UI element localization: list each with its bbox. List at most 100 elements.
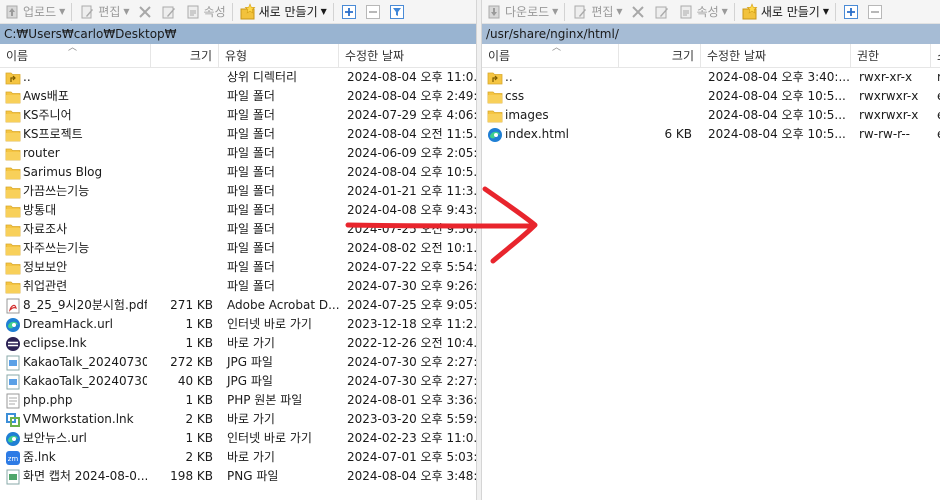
edit-icon: [571, 3, 589, 21]
download-button[interactable]: 다운로드 ▼: [482, 1, 561, 23]
file-row[interactable]: .. 2024-08-04 오후 3:40:... rwxr-xr-x r: [482, 68, 940, 87]
deselect-all-button[interactable]: [863, 1, 887, 23]
column-size[interactable]: 크기: [151, 44, 219, 68]
folder-icon: [4, 279, 21, 295]
file-row[interactable]: eclipse.lnk 1 KB 바로 가기 2022-12-26 오전 10:4..…: [0, 334, 476, 353]
edit-button[interactable]: 편집 ▼: [568, 1, 625, 23]
rename-button[interactable]: [157, 1, 181, 23]
rename-button[interactable]: [650, 1, 674, 23]
file-name: 줌.lnk: [23, 450, 56, 464]
file-row[interactable]: KS주니어 파일 폴더 2024-07-29 오후 4:06:: [0, 106, 476, 125]
file-modified-cell: 2024-08-04 오후 10:5...: [708, 89, 846, 103]
file-row[interactable]: .. 상위 디렉터리 2024-08-04 오후 11:0...: [0, 68, 476, 87]
download-dropdown-arrow[interactable]: ▼: [552, 7, 558, 16]
column-name[interactable]: 이름: [0, 44, 151, 68]
file-row[interactable]: 가끔쓰는기능 파일 폴더 2024-01-21 오후 11:3...: [0, 182, 476, 201]
local-path-bar[interactable]: C:₩Users₩carlo₩Desktop₩: [0, 24, 476, 44]
file-row[interactable]: css 2024-08-04 오후 10:5... rwxrwxr-x e: [482, 87, 940, 106]
edit-icon: [78, 3, 96, 21]
file-name: KakaoTalk_20240730...: [23, 355, 147, 369]
file-row[interactable]: 취업관련 파일 폴더 2024-07-30 오후 9:26:: [0, 277, 476, 296]
edit-dropdown-arrow[interactable]: ▼: [616, 7, 622, 16]
file-size-cell: 198 KB: [170, 469, 213, 483]
file-row[interactable]: images 2024-08-04 오후 10:5... rwxrwxr-x e: [482, 106, 940, 125]
file-modified-cell: 2024-08-04 오전 11:5...: [347, 127, 476, 141]
toolbar-separator: [231, 2, 233, 21]
column-permissions[interactable]: 권한: [851, 44, 931, 68]
properties-icon: [677, 3, 695, 21]
upload-button[interactable]: 업로드 ▼: [0, 1, 68, 23]
file-size-cell: [151, 87, 217, 106]
column-modified[interactable]: 수정한 날짜: [701, 44, 851, 68]
remote-path-bar[interactable]: /usr/share/nginx/html/: [482, 24, 940, 44]
shortcut-app-icon: zm: [4, 450, 21, 466]
select-all-button[interactable]: [839, 1, 863, 23]
column-owner[interactable]: 소: [931, 44, 940, 68]
vmware-icon: [4, 412, 21, 428]
column-name[interactable]: 이름: [482, 44, 619, 68]
folder-icon: [4, 260, 21, 276]
filter-button[interactable]: [385, 1, 409, 23]
file-name-cell: 가끔쓰는기능: [0, 182, 151, 201]
file-row[interactable]: VMworkstation.lnk 2 KB 바로 가기 2023-03-20 오후 …: [0, 410, 476, 429]
upload-dropdown-arrow[interactable]: ▼: [59, 7, 65, 16]
new-button[interactable]: 새로 만들기 ▼: [236, 1, 330, 23]
column-size[interactable]: 크기: [619, 44, 701, 68]
file-row[interactable]: 화면 캡처 2024-08-0... 198 KB PNG 파일 2024-08-04…: [0, 467, 476, 486]
deselect-all-button[interactable]: [361, 1, 385, 23]
new-dropdown-arrow[interactable]: ▼: [823, 7, 829, 16]
file-row[interactable]: KakaoTalk_20240730... 272 KB JPG 파일 2024-07…: [0, 353, 476, 372]
remote-toolbar: 다운로드 ▼ 편집 ▼ 속성 ▼ 새로 만들기 ▼: [482, 0, 940, 24]
file-row[interactable]: router 파일 폴더 2024-06-09 오후 2:05:: [0, 144, 476, 163]
file-row[interactable]: Sarimus Blog 파일 폴더 2024-08-04 오후 10:5...: [0, 163, 476, 182]
delete-button[interactable]: [133, 1, 157, 23]
file-size-cell: [151, 68, 217, 87]
new-star-icon: [741, 2, 759, 21]
upload-label: 업로드: [23, 5, 57, 19]
properties-dropdown-arrow[interactable]: ▼: [722, 7, 728, 16]
properties-button[interactable]: 속성: [181, 1, 229, 23]
folder-icon: [486, 108, 503, 124]
edit-button[interactable]: 편집 ▼: [75, 1, 132, 23]
file-row[interactable]: 보안뉴스.url 1 KB 인터넷 바로 가기 2024-02-23 오후 11:0.…: [0, 429, 476, 448]
new-button[interactable]: 새로 만들기 ▼: [738, 1, 832, 23]
edit-dropdown-arrow[interactable]: ▼: [123, 7, 129, 16]
properties-button[interactable]: 속성 ▼: [674, 1, 731, 23]
file-row[interactable]: 정보보안 파일 폴더 2024-07-22 오후 5:54:: [0, 258, 476, 277]
file-row[interactable]: 자주쓰는기능 파일 폴더 2024-08-02 오전 10:1...: [0, 239, 476, 258]
file-size-cell: [619, 87, 696, 106]
file-type-cell: JPG 파일: [227, 355, 273, 369]
delete-button[interactable]: [626, 1, 650, 23]
column-modified[interactable]: 수정한 날짜: [339, 44, 476, 68]
file-perms-cell: rwxrwxr-x: [859, 108, 919, 122]
file-row[interactable]: Aws배포 파일 폴더 2024-08-04 오후 2:49:: [0, 87, 476, 106]
file-size-cell: [151, 163, 217, 182]
file-perms-cell: rw-rw-r--: [859, 127, 910, 141]
file-size-cell: [151, 125, 217, 144]
file-modified-cell: 2024-07-30 오후 2:27:: [347, 355, 476, 369]
file-type-cell: 파일 폴더: [227, 184, 275, 198]
file-row[interactable]: 8_25_9시20분시험.pdf 271 KB Adobe Acrobat D...…: [0, 296, 476, 315]
file-type-cell: 파일 폴더: [227, 108, 275, 122]
file-name: KS프로젝트: [23, 127, 83, 141]
file-perms-cell: rwxr-xr-x: [859, 70, 913, 84]
folder-icon: [4, 108, 21, 124]
file-row[interactable]: php.php 1 KB PHP 원본 파일 2024-08-01 오후 3:36:: [0, 391, 476, 410]
file-row[interactable]: DreamHack.url 1 KB 인터넷 바로 가기 2023-12-18 오후 …: [0, 315, 476, 334]
edit-label: 편집: [98, 5, 121, 19]
file-name: router: [23, 146, 60, 160]
file-row[interactable]: zm 줌.lnk 2 KB 바로 가기 2024-07-01 오후 5:03:: [0, 448, 476, 467]
file-modified-cell: 2024-07-01 오후 5:03:: [347, 450, 476, 464]
new-dropdown-arrow[interactable]: ▼: [321, 7, 327, 16]
minus-box-icon: [364, 3, 382, 21]
folder-icon: [4, 184, 21, 200]
file-row[interactable]: 자료조사 파일 폴더 2024-07-25 오전 9:56:: [0, 220, 476, 239]
file-row[interactable]: KS프로젝트 파일 폴더 2024-08-04 오전 11:5...: [0, 125, 476, 144]
file-row[interactable]: KakaoTalk_20240730... 40 KB JPG 파일 2024-07-…: [0, 372, 476, 391]
file-row[interactable]: 방통대 파일 폴더 2024-04-08 오후 9:43:: [0, 201, 476, 220]
select-all-button[interactable]: [337, 1, 361, 23]
file-type-cell: PHP 원본 파일: [227, 393, 303, 407]
file-row[interactable]: index.html 6 KB 2024-08-04 오후 10:5... rw-rw…: [482, 125, 940, 144]
column-type[interactable]: 유형: [219, 44, 339, 68]
png-file-icon: [4, 469, 21, 485]
